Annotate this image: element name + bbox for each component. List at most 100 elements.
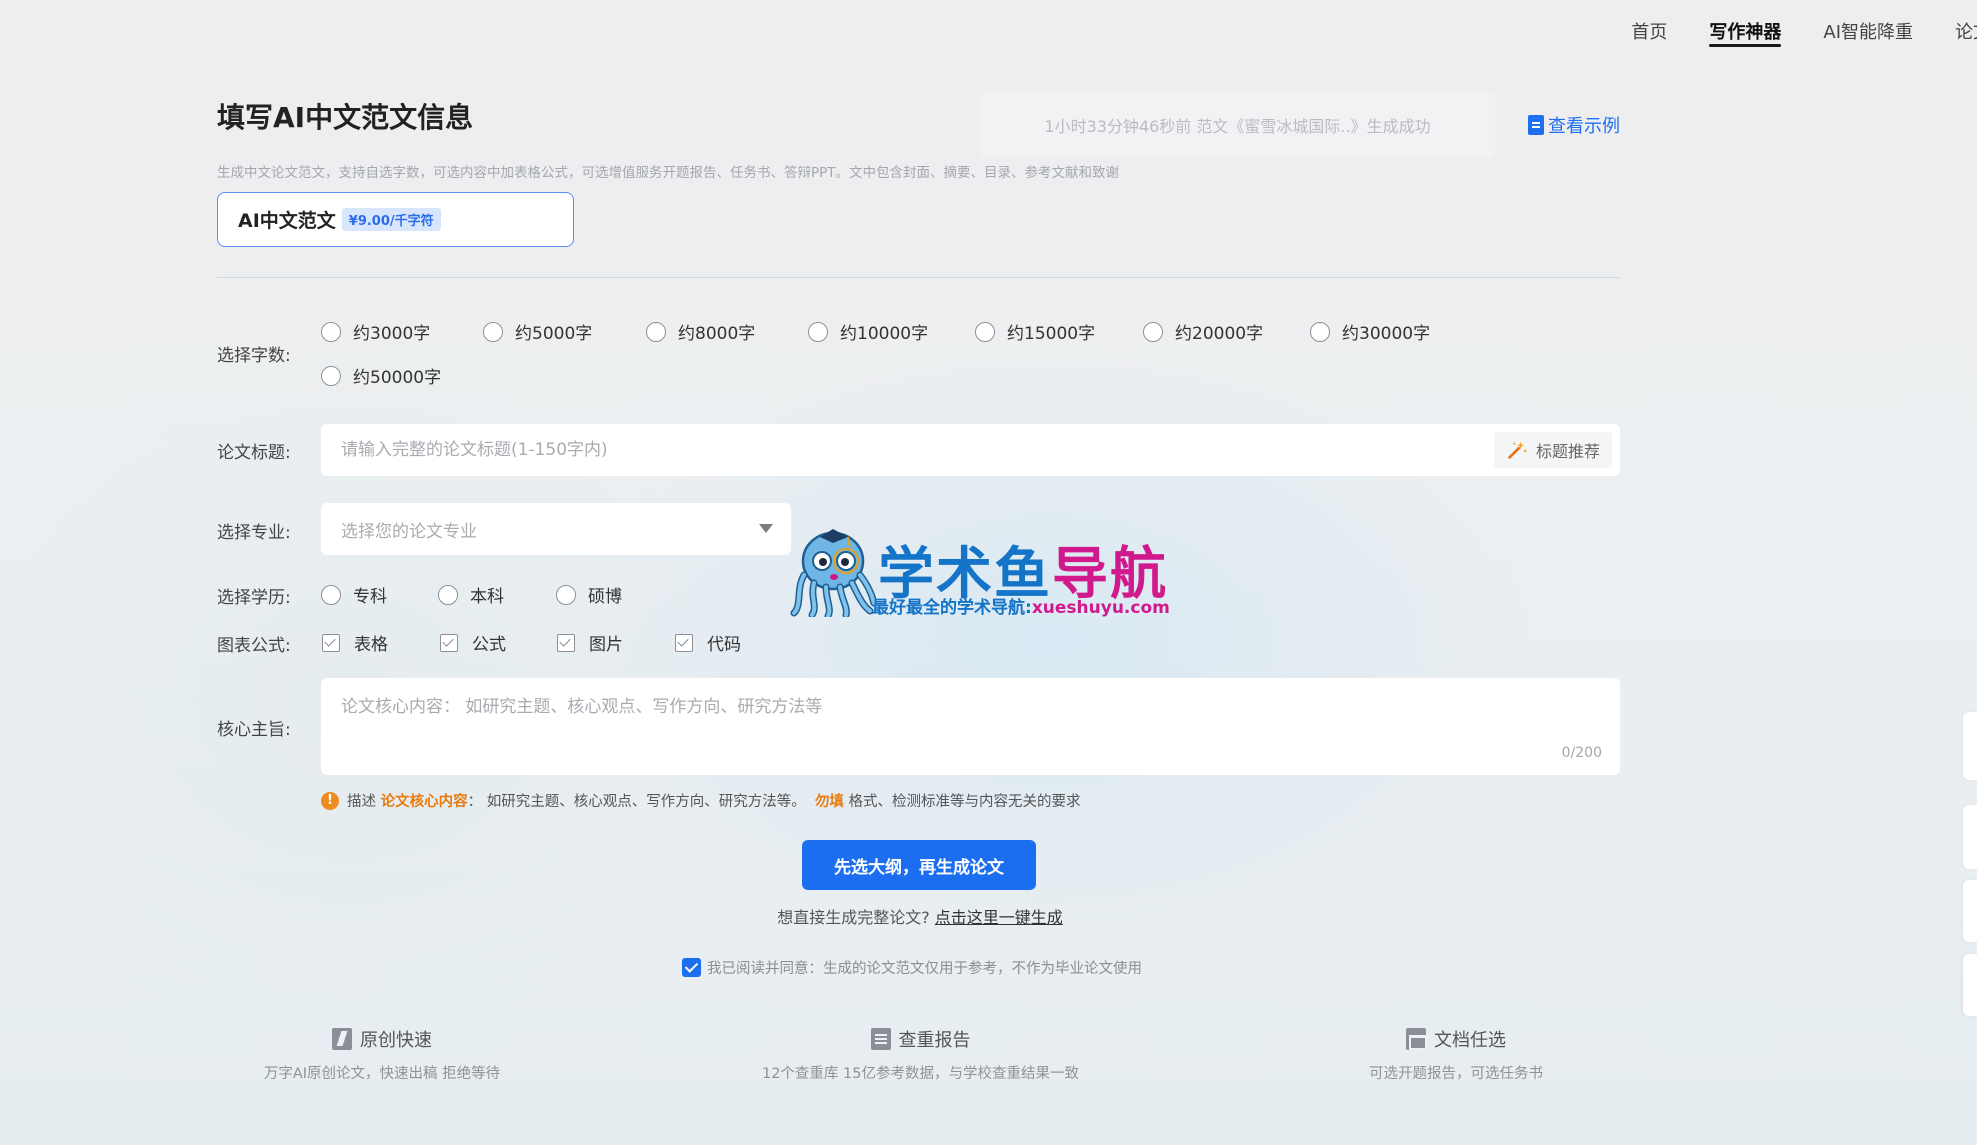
paper-title-field: 标题推荐 bbox=[321, 424, 1620, 476]
watermark-subtitle-magenta: xueshuyu.com bbox=[1031, 598, 1170, 618]
word-count-option-15000[interactable]: 约15000字 bbox=[975, 319, 1095, 344]
feature-title: 文档任选 bbox=[1434, 1030, 1506, 1051]
radio-circle bbox=[808, 321, 828, 342]
core-idea-textarea[interactable] bbox=[341, 692, 1541, 752]
core-idea-hint: 描述 论文核心内容 ： 如研究主题、核心观点、写作方向、研究方法等。 勿填 格式… bbox=[321, 790, 1081, 811]
feature-desc: 12个查重库 15亿参考数据，与学校查重结果一致 bbox=[761, 1066, 1079, 1082]
radio-circle bbox=[646, 321, 666, 342]
hint-highlight-donot: 勿填 bbox=[814, 794, 844, 810]
side-float-tab-2[interactable] bbox=[1963, 805, 1977, 869]
option-label: 约8000字 bbox=[678, 324, 756, 344]
charts-formula-label: 图表公式: bbox=[217, 636, 291, 656]
side-float-tab-1[interactable] bbox=[1963, 712, 1977, 780]
word-count-option-8000[interactable]: 约8000字 bbox=[646, 319, 755, 344]
word-count-option-10000[interactable]: 约10000字 bbox=[808, 319, 928, 344]
major-label: 选择专业: bbox=[217, 523, 291, 543]
radio-circle bbox=[975, 321, 995, 342]
lightning-doc-icon bbox=[332, 1028, 352, 1050]
nav-item-ai-rewrite[interactable]: AI智能降重 bbox=[1823, 14, 1913, 54]
word-count-option-30000[interactable]: 约30000字 bbox=[1310, 319, 1430, 344]
section-divider bbox=[217, 277, 1620, 278]
option-label: 约30000字 bbox=[1342, 324, 1431, 344]
feature-document-options: 文档任选 可选开题报告，可选任务书 bbox=[1366, 1026, 1546, 1083]
include-table-checkbox[interactable]: 表格 bbox=[322, 630, 388, 655]
education-option-bachelor[interactable]: 本科 bbox=[438, 582, 504, 607]
word-count-option-20000[interactable]: 约20000字 bbox=[1143, 319, 1263, 344]
outline-then-generate-button[interactable]: 先选大纲，再生成论文 bbox=[802, 840, 1036, 890]
feature-plagiarism-report: 查重报告 12个查重库 15亿参考数据，与学校查重结果一致 bbox=[758, 1026, 1083, 1083]
page-title: 填写AI中文范文信息 bbox=[217, 101, 474, 134]
paper-title-input[interactable] bbox=[341, 424, 1491, 476]
option-label: 约50000字 bbox=[353, 368, 442, 388]
major-select[interactable]: 选择您的论文专业 bbox=[321, 503, 791, 555]
option-label: 公式 bbox=[472, 635, 506, 655]
option-label: 约10000字 bbox=[840, 324, 929, 344]
nav-item-writing-tool[interactable]: 写作神器 bbox=[1709, 14, 1782, 54]
watermark-subtitle-blue: 最好最全的学术导航: bbox=[872, 598, 1032, 618]
option-label: 硕博 bbox=[588, 587, 622, 607]
page-subtitle: 生成中文论文范文，支持自选字数，可选内容中加表格公式，可选增值服务开题报告、任务… bbox=[217, 165, 1120, 181]
include-code-checkbox[interactable]: 代码 bbox=[675, 630, 741, 655]
word-count-option-5000[interactable]: 约5000字 bbox=[483, 319, 592, 344]
side-float-tab-4[interactable] bbox=[1963, 954, 1977, 1016]
octopus-mascot-icon bbox=[790, 529, 876, 617]
title-suggest-label: 标题推荐 bbox=[1535, 442, 1600, 461]
side-float-tab-3[interactable] bbox=[1963, 880, 1977, 942]
radio-circle bbox=[1143, 321, 1163, 342]
agreement-checkbox[interactable] bbox=[682, 958, 701, 977]
radio-circle bbox=[321, 365, 341, 386]
direct-generate-line: 想直接生成完整论文? 点击这里一键生成 bbox=[0, 904, 1840, 928]
hint-suffix: 格式、检测标准等与内容无关的要求 bbox=[848, 794, 1081, 810]
core-idea-label: 核心主旨: bbox=[217, 720, 291, 740]
magic-wand-icon bbox=[1508, 441, 1527, 459]
top-nav: 首页 写作神器 AI智能降重 论文 bbox=[1589, 14, 1977, 54]
direct-generate-link[interactable]: 点击这里一键生成 bbox=[935, 908, 1063, 927]
nav-item-paper[interactable]: 论文 bbox=[1955, 14, 1977, 54]
radio-circle bbox=[321, 321, 341, 342]
option-label: 代码 bbox=[707, 635, 741, 655]
radio-circle bbox=[556, 584, 576, 605]
feature-title: 原创快速 bbox=[360, 1030, 432, 1051]
word-count-option-3000[interactable]: 约3000字 bbox=[321, 319, 430, 344]
feature-desc: 可选开题报告，可选任务书 bbox=[1369, 1066, 1543, 1082]
title-suggest-button[interactable]: 标题推荐 bbox=[1493, 432, 1612, 468]
agreement: 我已阅读并同意：生成的论文范文仅用于参考，不作为毕业论文使用 bbox=[682, 957, 1142, 978]
checkbox-box bbox=[322, 633, 340, 652]
option-label: 约15000字 bbox=[1007, 324, 1096, 344]
generation-ticker: 1小时33分钟46秒前 范文《蜜雪冰城国际..》生成成功 bbox=[980, 92, 1495, 158]
education-option-master-phd[interactable]: 硕博 bbox=[556, 582, 622, 607]
page: 首页 写作神器 AI智能降重 论文 填写AI中文范文信息 1小时33分钟46秒前… bbox=[0, 0, 1977, 1145]
paper-type-name: AI中文范文 bbox=[238, 210, 336, 232]
option-label: 图片 bbox=[589, 635, 623, 655]
include-formula-checkbox[interactable]: 公式 bbox=[440, 630, 506, 655]
nav-item-home[interactable]: 首页 bbox=[1631, 14, 1667, 54]
include-image-checkbox[interactable]: 图片 bbox=[557, 630, 623, 655]
calendar-doc-icon bbox=[1406, 1028, 1427, 1050]
education-option-junior-college[interactable]: 专科 bbox=[321, 582, 387, 607]
education-label: 选择学历: bbox=[217, 588, 291, 608]
paper-type-card[interactable]: AI中文范文 ¥9.00/千字符 bbox=[217, 192, 574, 247]
tip-icon bbox=[321, 791, 339, 810]
paper-title-label: 论文标题: bbox=[217, 443, 291, 463]
agreement-text: 我已阅读并同意：生成的论文范文仅用于参考，不作为毕业论文使用 bbox=[707, 961, 1142, 977]
price-badge: ¥9.00/千字符 bbox=[341, 208, 441, 231]
download-doc-icon bbox=[1528, 115, 1544, 135]
checkbox-box bbox=[675, 633, 693, 652]
radio-circle bbox=[1310, 321, 1330, 342]
feature-desc: 万字AI原创论文，快速出稿 拒绝等待 bbox=[263, 1066, 501, 1082]
option-label: 专科 bbox=[353, 587, 387, 607]
checkbox-box bbox=[440, 633, 458, 652]
feature-title: 查重报告 bbox=[898, 1030, 971, 1051]
watermark-subtitle: 最好最全的学术导航:xueshuyu.com bbox=[872, 593, 1170, 618]
word-count-option-50000[interactable]: 约50000字 bbox=[321, 363, 441, 388]
word-count-label: 选择字数: bbox=[217, 346, 291, 366]
report-doc-icon bbox=[870, 1028, 891, 1050]
direct-generate-prefix: 想直接生成完整论文? bbox=[777, 908, 930, 927]
hint-middle: ： 如研究主题、核心观点、写作方向、研究方法等。 bbox=[467, 794, 806, 810]
watermark-logo: 学术鱼导航 最好最全的学术导航:xueshuyu.com bbox=[790, 527, 1190, 619]
radio-circle bbox=[483, 321, 503, 342]
view-example-link[interactable]: 查看示例 bbox=[1528, 112, 1620, 138]
major-placeholder: 选择您的论文专业 bbox=[341, 521, 477, 542]
chevron-down-icon bbox=[759, 524, 773, 533]
core-idea-field: 0/200 bbox=[321, 678, 1620, 775]
